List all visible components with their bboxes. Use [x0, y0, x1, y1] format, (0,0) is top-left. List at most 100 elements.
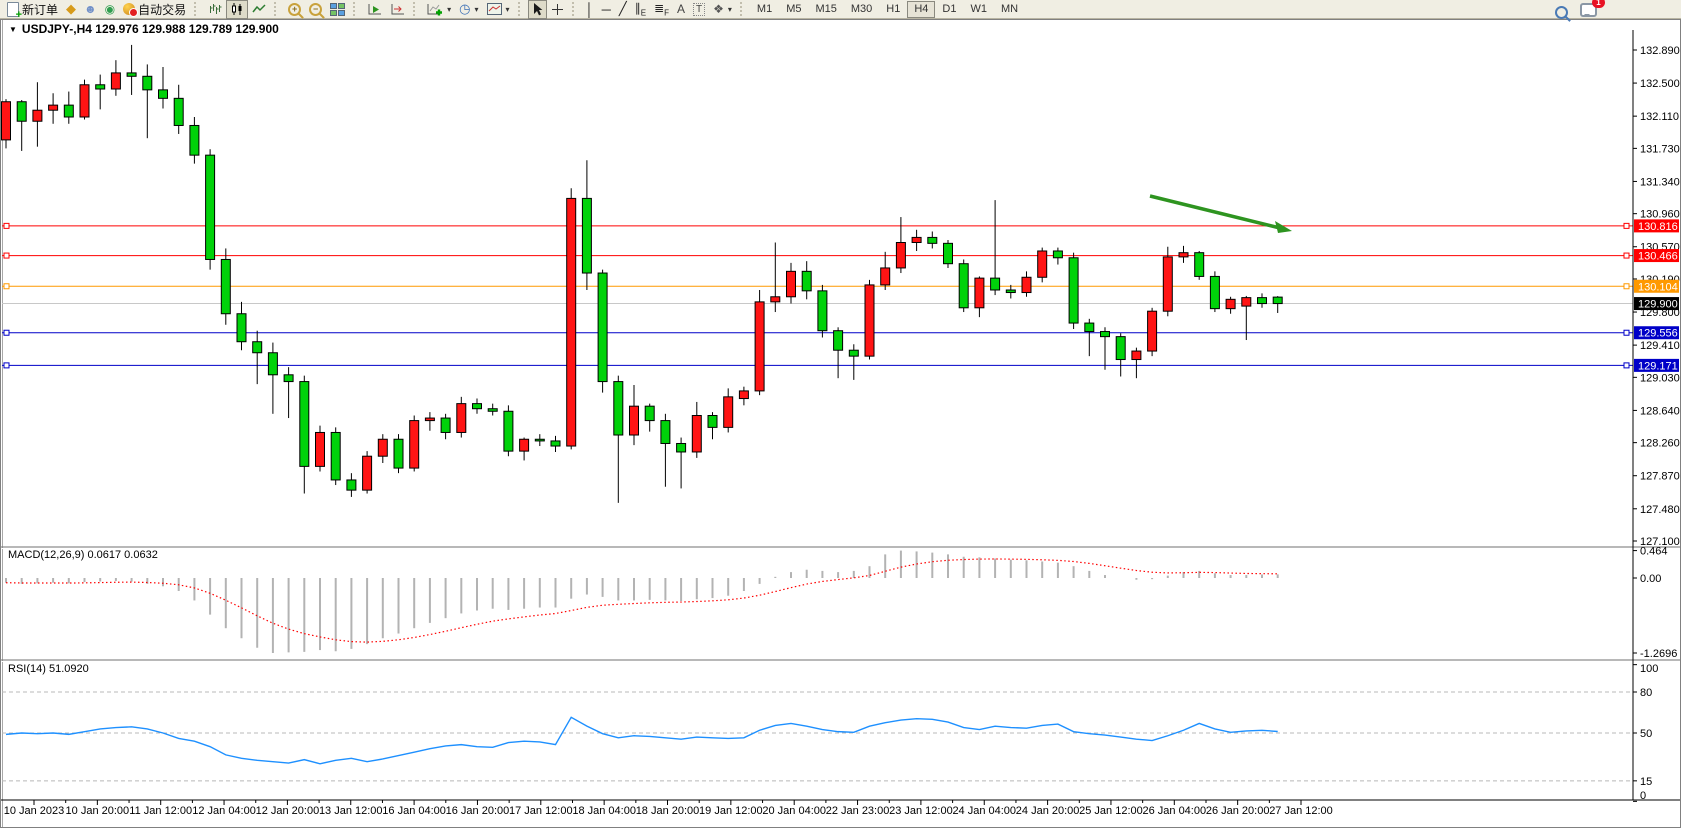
timeframe-button-mn[interactable]: MN	[994, 1, 1025, 18]
bar-chart-button[interactable]	[204, 0, 226, 19]
candle	[834, 331, 843, 351]
crosshair-button[interactable]	[547, 0, 568, 19]
zoom-in-button[interactable]: +	[284, 0, 305, 19]
candle	[1085, 323, 1094, 331]
bar-chart-icon	[208, 3, 222, 16]
zoom-out-button[interactable]: −	[305, 0, 326, 19]
search-icon[interactable]	[1555, 6, 1568, 19]
candle	[331, 432, 340, 479]
dropdown-caret-icon[interactable]: ▾	[728, 5, 732, 14]
equidistant-channel-button[interactable]: ∥E	[631, 0, 650, 19]
indicators-button[interactable]: ▾	[423, 0, 455, 19]
templates-icon	[487, 3, 502, 15]
timeframe-button-m5[interactable]: M5	[779, 1, 808, 18]
fibonacci-button[interactable]: ≣F	[650, 0, 673, 19]
candle	[1006, 290, 1015, 293]
tile-windows-button[interactable]	[326, 0, 349, 19]
candle	[221, 259, 230, 313]
line-handle[interactable]	[1624, 284, 1629, 289]
candle	[1258, 298, 1267, 304]
candle	[865, 285, 874, 356]
timeframe-button-h4[interactable]: H4	[907, 1, 935, 18]
candle	[64, 105, 73, 117]
timeframe-button-m1[interactable]: M1	[750, 1, 779, 18]
trendline-button[interactable]: ╱	[615, 0, 631, 19]
periods-clock-icon: ◷	[459, 1, 470, 17]
time-tick-label: 18 Jan 04:00	[572, 805, 636, 817]
candle	[1226, 299, 1235, 308]
trend-arrow-annotation[interactable]	[1150, 196, 1284, 229]
timeframe-button-w1[interactable]: W1	[963, 1, 994, 18]
notifications-button[interactable]: 1	[1580, 3, 1597, 22]
auto-trading-button[interactable]: 自动交易	[119, 0, 190, 19]
price-axis[interactable]: 132.890132.500132.110131.730131.340130.9…	[1633, 30, 1680, 800]
crosshair-icon	[551, 3, 564, 16]
candle	[347, 480, 356, 490]
zoom-out-icon: −	[309, 3, 322, 16]
new-order-button[interactable]: +新订单	[3, 0, 62, 19]
candle	[504, 411, 513, 451]
line-chart-button[interactable]	[248, 0, 270, 19]
templates-button[interactable]: ▾	[483, 0, 514, 19]
cursor-icon	[532, 3, 543, 16]
candle	[677, 443, 686, 451]
dropdown-caret-icon[interactable]: ▾	[447, 5, 451, 14]
chevron-down-icon[interactable]: ▼	[9, 25, 17, 34]
timeframe-button-d1[interactable]: D1	[935, 1, 963, 18]
symbol-ohlc-text: USDJPY-,H4 129.976 129.988 129.789 129.9…	[22, 22, 279, 36]
cursor-button[interactable]	[528, 0, 547, 19]
candle	[802, 271, 811, 291]
time-tick-label: 24 Jan 20:00	[1016, 805, 1080, 817]
broadcast-icon: ◉	[105, 2, 115, 16]
candle	[818, 291, 827, 331]
line-handle[interactable]	[1624, 253, 1629, 258]
mql5-community-button[interactable]: ☻	[80, 0, 101, 19]
candle	[1179, 253, 1188, 257]
line-handle[interactable]	[1624, 330, 1629, 335]
candle	[96, 85, 105, 89]
line-handle[interactable]	[4, 284, 9, 289]
vertical-line-button[interactable]: │	[582, 0, 598, 19]
notification-badge: 1	[1592, 0, 1605, 8]
line-handle[interactable]	[1624, 363, 1629, 368]
market-watch-button[interactable]: ◆	[62, 0, 80, 19]
news-button[interactable]: ◉	[101, 0, 119, 19]
chart-window-border	[1, 20, 1681, 828]
trend-arrow-head	[1275, 221, 1292, 233]
timeframe-button-m15[interactable]: M15	[808, 1, 843, 18]
dropdown-caret-icon[interactable]: ▾	[475, 5, 479, 14]
price-tick-label: 128.260	[1640, 438, 1680, 450]
macd-signal-line	[6, 559, 1278, 642]
candle	[394, 439, 403, 468]
candle	[896, 243, 905, 268]
time-tick-label: 27 Jan 12:00	[1269, 805, 1333, 817]
auto-scroll-icon	[367, 3, 382, 16]
horizontal-line-button[interactable]: ─	[598, 0, 615, 19]
candle	[881, 268, 890, 285]
candle	[787, 271, 796, 296]
rsi-scale-label: 15	[1640, 776, 1652, 788]
line-handle[interactable]	[4, 223, 9, 228]
line-handle[interactable]	[4, 363, 9, 368]
timeframe-button-m30[interactable]: M30	[844, 1, 879, 18]
candle	[1148, 311, 1157, 351]
periods-button[interactable]: ◷▾	[455, 0, 482, 19]
chart-shift-button[interactable]	[386, 0, 409, 19]
line-handle[interactable]	[1624, 223, 1629, 228]
channel-icon: ∥E	[635, 1, 646, 17]
macd-pane: 0.4640.00-1.2696	[6, 546, 1677, 660]
auto-scroll-button[interactable]	[363, 0, 386, 19]
dropdown-caret-icon[interactable]: ▾	[506, 5, 510, 14]
arrows-button[interactable]: ❖▾	[709, 0, 736, 19]
time-axis[interactable]: 10 Jan 202310 Jan 20:0011 Jan 12:0012 Ja…	[1, 800, 1680, 817]
text-label-button[interactable]: T	[689, 0, 709, 19]
text-button[interactable]: A	[673, 0, 689, 19]
candle	[284, 375, 293, 382]
candlestick-chart-button[interactable]	[226, 0, 248, 19]
price-tick-label: 131.340	[1640, 176, 1680, 188]
timeframe-button-h1[interactable]: H1	[879, 1, 907, 18]
line-handle[interactable]	[4, 330, 9, 335]
price-tag-label: 129.171	[1638, 360, 1678, 372]
line-handle[interactable]	[4, 253, 9, 258]
price-tag-label: 130.104	[1638, 281, 1678, 293]
